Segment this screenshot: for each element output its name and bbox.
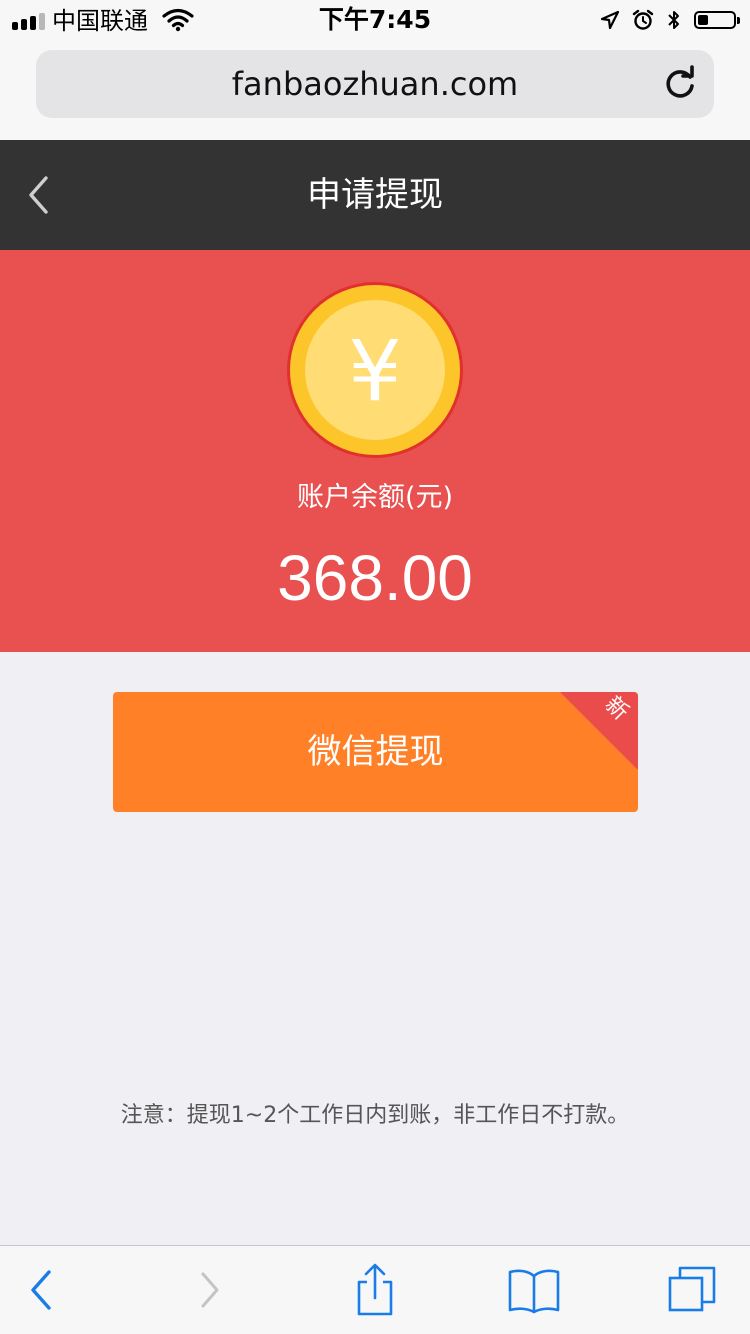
page: 中国联通 下午7:45 fanbaozhuan.com 申请提现 ¥ 账户余额(… (0, 0, 750, 1334)
browser-chrome: fanbaozhuan.com (0, 40, 750, 140)
balance-amount: 368.00 (277, 542, 473, 614)
reload-icon[interactable] (660, 64, 700, 104)
bookmarks-icon[interactable] (504, 1260, 564, 1320)
location-arrow-icon (600, 10, 620, 30)
yuan-coin-icon: ¥ (287, 282, 463, 458)
url-text[interactable]: fanbaozhuan.com (36, 50, 714, 118)
coin-symbol: ¥ (348, 322, 401, 420)
battery-icon (694, 11, 740, 29)
browser-toolbar (0, 1245, 750, 1334)
alarm-clock-icon (632, 9, 654, 30)
forward-arrow-icon[interactable] (180, 1260, 240, 1320)
wechat-withdraw-button[interactable]: 微信提现 新 (113, 692, 638, 812)
balance-panel: ¥ 账户余额(元) 368.00 (0, 250, 750, 652)
withdraw-notice: 注意：提现1~2个工作日内到账，非工作日不打款。 (120, 1103, 630, 1128)
status-icons (600, 6, 740, 34)
bluetooth-icon (668, 11, 679, 29)
page-title: 申请提现 (307, 175, 443, 215)
back-arrow-icon[interactable] (12, 1260, 72, 1320)
battery-level-fill (698, 15, 708, 25)
address-bar[interactable]: fanbaozhuan.com (36, 50, 714, 118)
share-icon[interactable] (345, 1260, 405, 1320)
tabs-icon[interactable] (662, 1260, 722, 1320)
status-bar: 中国联通 下午7:45 (0, 0, 750, 40)
balance-label: 账户余额(元) (296, 482, 454, 513)
nav-header: 申请提现 (0, 140, 750, 250)
